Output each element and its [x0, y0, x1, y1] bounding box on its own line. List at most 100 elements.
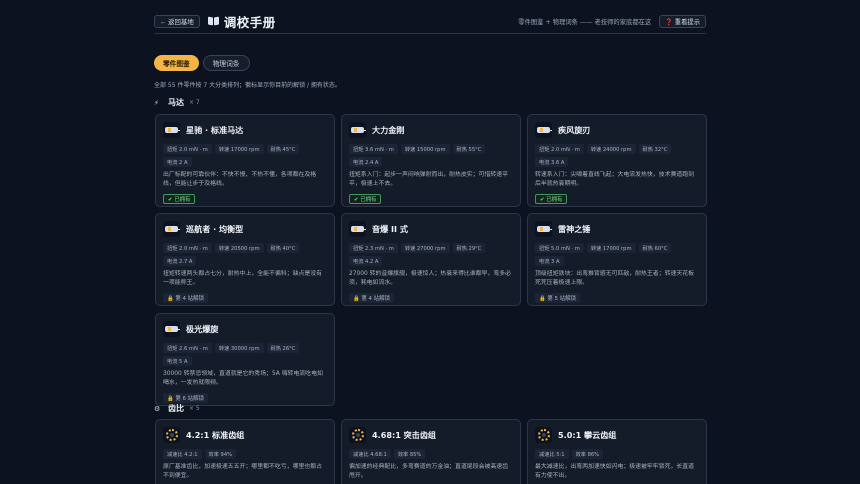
card-title: 4.68:1 突击齿组 [372, 429, 437, 440]
spec-chips: 减速比 4.68:1 效率 85% [349, 449, 513, 459]
motor-card[interactable]: 星驰 · 标准马达 扭矩 2.0 mN · m 转速 17000 rpm 耐热 45°… [155, 114, 335, 207]
spec-chip: 转速 17000 rpm [214, 144, 264, 154]
card-description: 偏加速的经典配比，多弯赛道的万金油；直道尾段会被高速齿甩开。 [349, 464, 509, 479]
owned-badge: ✔ 已拥有 [535, 194, 568, 204]
motor-icon [351, 226, 366, 232]
locked-badge: 🔒 第 6 站解锁 [163, 393, 208, 403]
motor-card[interactable]: 大力金刚扭矩 3.6 mN · m 转速 15000 rpm 耐热 55°C 电流 2… [341, 114, 521, 207]
spec-chip: 耐热 32°C [638, 144, 672, 154]
section-count: × 5 [189, 405, 200, 412]
spec-chip: 效率 86% [571, 449, 604, 459]
card-title: 巡航者 · 均衡型 [186, 223, 244, 234]
spec-chip: 转速 27000 rpm [400, 243, 450, 253]
help-button[interactable]: ❓ 重看提示 [659, 14, 706, 28]
spec-chips: 减速比 4.2:1 效率 94% [163, 449, 327, 459]
section-header-motors: ⚡ 马达 × 7 [154, 97, 200, 108]
motor-thumbnail [535, 221, 552, 237]
spec-chip: 扭矩 2.0 mN · m [535, 144, 584, 154]
locked-badge: 🔒 第 4 站解锁 [163, 293, 208, 303]
page-title: 调校手册 [223, 14, 276, 30]
card-title: 雷神之锤 [558, 223, 591, 234]
spec-chip: 耐热 26°C [266, 343, 300, 353]
motor-thumbnail [163, 221, 180, 237]
spec-chip: 电流 2 A [163, 157, 192, 167]
gear-card[interactable]: 5.0:1 攀云齿组 减速比 5:1 效率 86% 最大减速比，出弯两加速快如闪电；极… [527, 419, 707, 484]
card-header: 极光爆旋 [163, 321, 327, 337]
card-header: 4.2:1 标准齿组 [163, 427, 327, 443]
section-title: 齿比 [168, 404, 184, 413]
back-button[interactable]: ← 返回基地 [154, 14, 200, 28]
gear-card[interactable]: 4.68:1 突击齿组减速比 4.68:1 效率 85% 偏加速的经典配比，多弯赛道… [341, 419, 521, 484]
motor-icon [537, 127, 552, 133]
gear-thumbnail [349, 427, 366, 443]
spec-chip: 扭矩 2.6 mN · m [163, 343, 212, 353]
motor-card[interactable]: 雷神之锤 扭矩 5.0 mN · m 转速 17000 rpm 耐热 60°C 电流 3… [527, 213, 707, 306]
spec-chip: 效率 85% [393, 449, 426, 459]
spec-chip: 电流 2.7 A [163, 256, 197, 266]
spec-chips: 扭矩 2.3 mN · m 转速 27000 rpm 耐热 29°C 电流 4.2 A [349, 243, 513, 266]
locked-badge: 🔒 第 5 站解锁 [535, 293, 580, 303]
section-count: × 7 [189, 99, 200, 106]
card-title: 5.0:1 攀云齿组 [558, 429, 617, 440]
handbook-page: ← 返回基地 调校手册 零件图鉴 + 物理词条 —— 老技师的家底都在这 ❓ 重… [0, 0, 860, 484]
spec-chip: 耐热 40°C [266, 243, 300, 253]
spec-chip: 转速 30000 rpm [214, 343, 264, 353]
card-title: 极光爆旋 [186, 323, 219, 334]
spec-chip: 电流 4.2 A [349, 256, 383, 266]
owned-badge: ✔ 已拥有 [349, 194, 382, 204]
gear-icon [165, 429, 178, 441]
motor-thumbnail [163, 122, 180, 138]
motor-card[interactable]: 巡航者 · 均衡型 扭矩 2.0 mN · m 转速 20500 rpm 耐热 40°… [155, 213, 335, 306]
spec-chip: 电流 5 A [163, 356, 192, 366]
spec-chips: 扭矩 2.0 mN · m 转速 24000 rpm 耐热 32°C 电流 3.6 A [535, 144, 699, 167]
card-title: 4.2:1 标准齿组 [186, 429, 245, 440]
spec-chips: 减速比 5:1 效率 86% [535, 449, 699, 459]
spec-chip: 减速比 4.2:1 [163, 449, 202, 459]
card-header: 疾风旋刃 [535, 122, 699, 138]
spec-chip: 扭矩 5.0 mN · m [535, 243, 584, 253]
tab-parts-catalog[interactable]: 零件图鉴 [154, 55, 199, 71]
gear-thumbnail [535, 427, 552, 443]
card-description: 转速系入门：尖啸着直线飞起；大电流发热快，技术赛道跑到后半就热衰期明。 [535, 172, 695, 187]
motor-icon [537, 226, 552, 232]
card-description: 扭矩系入门：起步一声闷响弹射而出，耐热皮实；可惜转速平平，极速上不去。 [349, 172, 509, 187]
spec-chip: 扭矩 2.3 mN · m [349, 243, 398, 253]
gear-icon [537, 429, 550, 441]
section-title: 马达 [168, 98, 184, 107]
motor-thumbnail [535, 122, 552, 138]
motor-card[interactable]: 极光爆旋扭矩 2.6 mN · m 转速 30000 rpm 耐热 26°C 电流 5… [155, 313, 335, 406]
spec-chip: 电流 2.4 A [349, 157, 383, 167]
spec-chips: 扭矩 3.6 mN · m 转速 15000 rpm 耐热 55°C 电流 2.4 A [349, 144, 513, 167]
spec-chips: 扭矩 2.0 mN · m 转速 20500 rpm 耐热 40°C 电流 2.7 A [163, 243, 327, 266]
owned-badge: ✔ 已拥有 [163, 194, 196, 204]
card-description: 出厂标配的可靠伙伴：不快不慢、不热不懂，各项都在及格线，但能让步于及格线。 [163, 172, 317, 187]
spec-chip: 扭矩 3.6 mN · m [349, 144, 398, 154]
spec-chips: 扭矩 2.6 mN · m 转速 30000 rpm 耐热 26°C 电流 5 A [163, 343, 327, 366]
motor-thumbnail [349, 122, 366, 138]
card-description: 30000 转禁忌领域，直道就是它的秀场；5A 嗨转电流吃电如喝水，一发热就限频… [163, 371, 323, 386]
card-header: 音爆 II 式 [349, 221, 513, 237]
spec-chips: 扭矩 2.0 mN · m 转速 17000 rpm 耐热 45°C 电流 2 A [163, 144, 327, 167]
card-description: 顶级扭矩铁块：出弯推背感无可匹敌，耐热王者；转速天花板死死压着极速上限。 [535, 271, 695, 286]
motor-card[interactable]: 疾风旋刃扭矩 2.0 mN · m 转速 24000 rpm 耐热 32°C 电流 3… [527, 114, 707, 207]
motor-card[interactable]: 音爆 II 式扭矩 2.3 mN · m 转速 27000 rpm 耐热 29°C 电… [341, 213, 521, 306]
motor-icon: ⚡ [154, 98, 159, 107]
motor-icon [165, 226, 180, 232]
card-header: 大力金刚 [349, 122, 513, 138]
card-title: 音爆 II 式 [372, 223, 408, 234]
card-header: 4.68:1 突击齿组 [349, 427, 513, 443]
tab-bar: 零件图鉴 物理词条 [154, 55, 250, 71]
spec-chip: 转速 17000 rpm [586, 243, 636, 253]
tab-physics-glossary[interactable]: 物理词条 [202, 55, 250, 71]
card-title: 疾风旋刃 [558, 124, 591, 135]
header: ← 返回基地 调校手册 零件图鉴 + 物理词条 —— 老技师的家底都在这 ❓ 重… [154, 9, 706, 34]
motor-thumbnail [349, 221, 366, 237]
title-wrap: 调校手册 [208, 12, 276, 31]
gear-card[interactable]: 4.2:1 标准齿组 减速比 4.2:1 效率 94% 原厂基准齿比，加速极速五五开；… [155, 419, 335, 484]
card-title: 大力金刚 [372, 124, 405, 135]
gear-thumbnail [163, 427, 180, 443]
spec-chip: 电流 3 A [535, 256, 564, 266]
locked-badge: 🔒 第 4 站解锁 [349, 293, 394, 303]
gear-icon [351, 429, 364, 441]
motor-icon [351, 127, 366, 133]
